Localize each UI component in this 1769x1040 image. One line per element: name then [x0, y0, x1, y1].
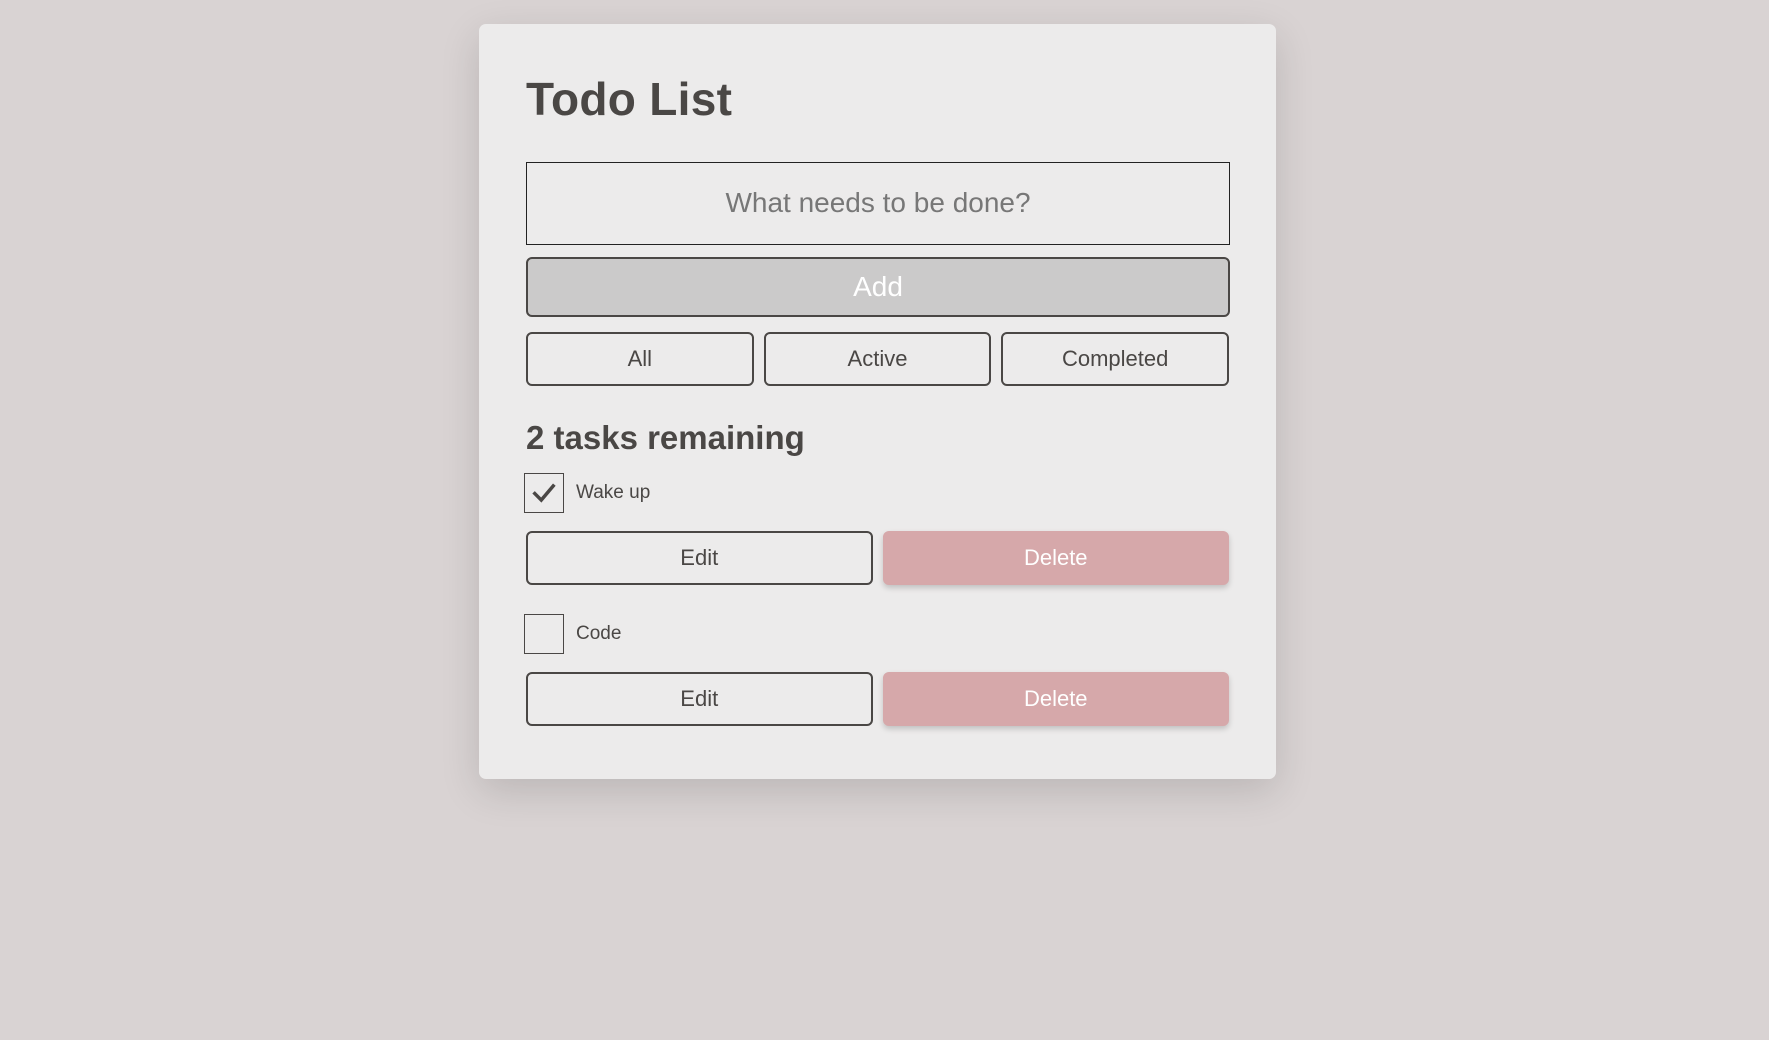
edit-button[interactable]: Edit: [526, 530, 873, 585]
delete-button[interactable]: Delete: [882, 671, 1229, 726]
edit-button[interactable]: Edit: [526, 671, 873, 726]
filter-completed-button[interactable]: Completed: [1001, 331, 1230, 386]
todo-actions: Edit Delete: [526, 530, 1229, 585]
todo-actions: Edit Delete: [526, 671, 1229, 726]
todo-checkbox[interactable]: [524, 472, 564, 513]
tasks-remaining-heading: 2 tasks remaining: [526, 418, 805, 456]
todo-row: Wake up: [524, 472, 1229, 514]
add-button[interactable]: Add: [526, 256, 1230, 317]
todo-row: Code: [524, 613, 1229, 655]
todo-card: Todo List Add All Active Completed 2 tas…: [479, 24, 1276, 779]
filter-active-button[interactable]: Active: [763, 331, 992, 386]
todo-item: Code Edit Delete: [524, 613, 1229, 726]
todo-checkbox[interactable]: [524, 613, 564, 654]
page-title: Todo List: [526, 73, 733, 125]
todo-label: Wake up: [576, 481, 651, 503]
check-icon: [532, 483, 556, 503]
filter-all-button[interactable]: All: [526, 331, 754, 386]
filter-group: All Active Completed: [526, 331, 1230, 386]
new-todo-input[interactable]: [526, 161, 1230, 245]
todo-label: Code: [576, 622, 622, 644]
todo-item: Wake up Edit Delete: [524, 472, 1229, 585]
delete-button[interactable]: Delete: [882, 530, 1229, 585]
todo-list: Wake up Edit Delete Code Edit Delete: [524, 472, 1229, 726]
